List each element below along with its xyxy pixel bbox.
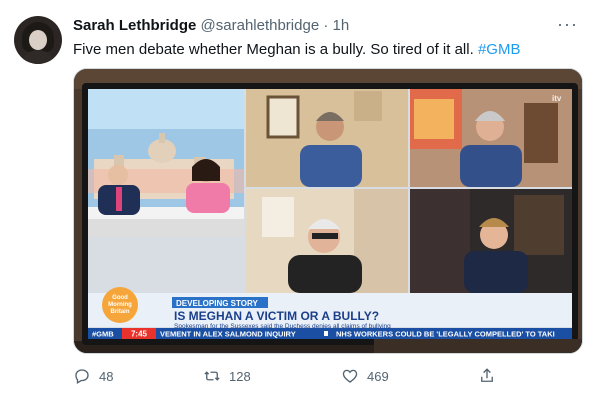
itv-logo: itv (552, 94, 562, 103)
avatar[interactable] (14, 16, 62, 64)
tweet-actions: 48 128 469 (73, 364, 533, 388)
like-button[interactable]: 469 (341, 364, 389, 388)
retweet-count: 128 (229, 368, 251, 384)
share-button[interactable] (478, 364, 496, 388)
share-icon (481, 368, 493, 382)
ticker-text-2: NHS WORKERS COULD BE 'LEGALLY COMPELLED'… (336, 330, 555, 339)
reply-icon (75, 369, 89, 384)
author-handle[interactable]: @sarahlethbridge (201, 17, 320, 34)
separator-dot: · (323, 17, 329, 34)
developing-story-tag: DEVELOPING STORY (176, 299, 258, 308)
tweet-image[interactable]: Good Morning Britain DEVELOPING STORY IS… (73, 68, 583, 354)
reply-button[interactable]: 48 (73, 364, 113, 388)
gmb-logo-line3: Britain (110, 309, 129, 315)
gmb-logo-line2: Morning (108, 302, 132, 308)
tweet-header: Sarah Lethbridge @sarahlethbridge · 1h (73, 16, 349, 36)
tweet-time[interactable]: 1h (333, 17, 350, 34)
avatar-face (29, 30, 47, 50)
gmb-logo-line1: Good (112, 295, 128, 301)
ticker-time: 7:45 (131, 330, 148, 339)
like-count: 469 (367, 368, 389, 384)
more-options-icon[interactable]: ··· (557, 14, 578, 34)
ticker-text: VEMENT IN ALEX SALMOND INQUIRY (160, 330, 296, 339)
ticker-tag: #GMB (92, 330, 114, 339)
author-name[interactable]: Sarah Lethbridge (73, 17, 196, 34)
tweet-text-main: Five men debate whether Meghan is a bull… (73, 41, 474, 58)
tweet[interactable]: Sarah Lethbridge @sarahlethbridge · 1h ·… (0, 0, 600, 404)
tweet-text: Five men debate whether Meghan is a bull… (73, 40, 520, 60)
retweet-button[interactable]: 128 (203, 364, 251, 388)
retweet-icon (204, 371, 220, 381)
reply-count: 48 (99, 368, 114, 384)
heart-icon (342, 369, 358, 383)
hashtag-link[interactable]: #GMB (478, 41, 521, 58)
avatar-body (20, 50, 56, 64)
tv-headline: IS MEGHAN A VICTIM OR A BULLY? (174, 309, 379, 323)
